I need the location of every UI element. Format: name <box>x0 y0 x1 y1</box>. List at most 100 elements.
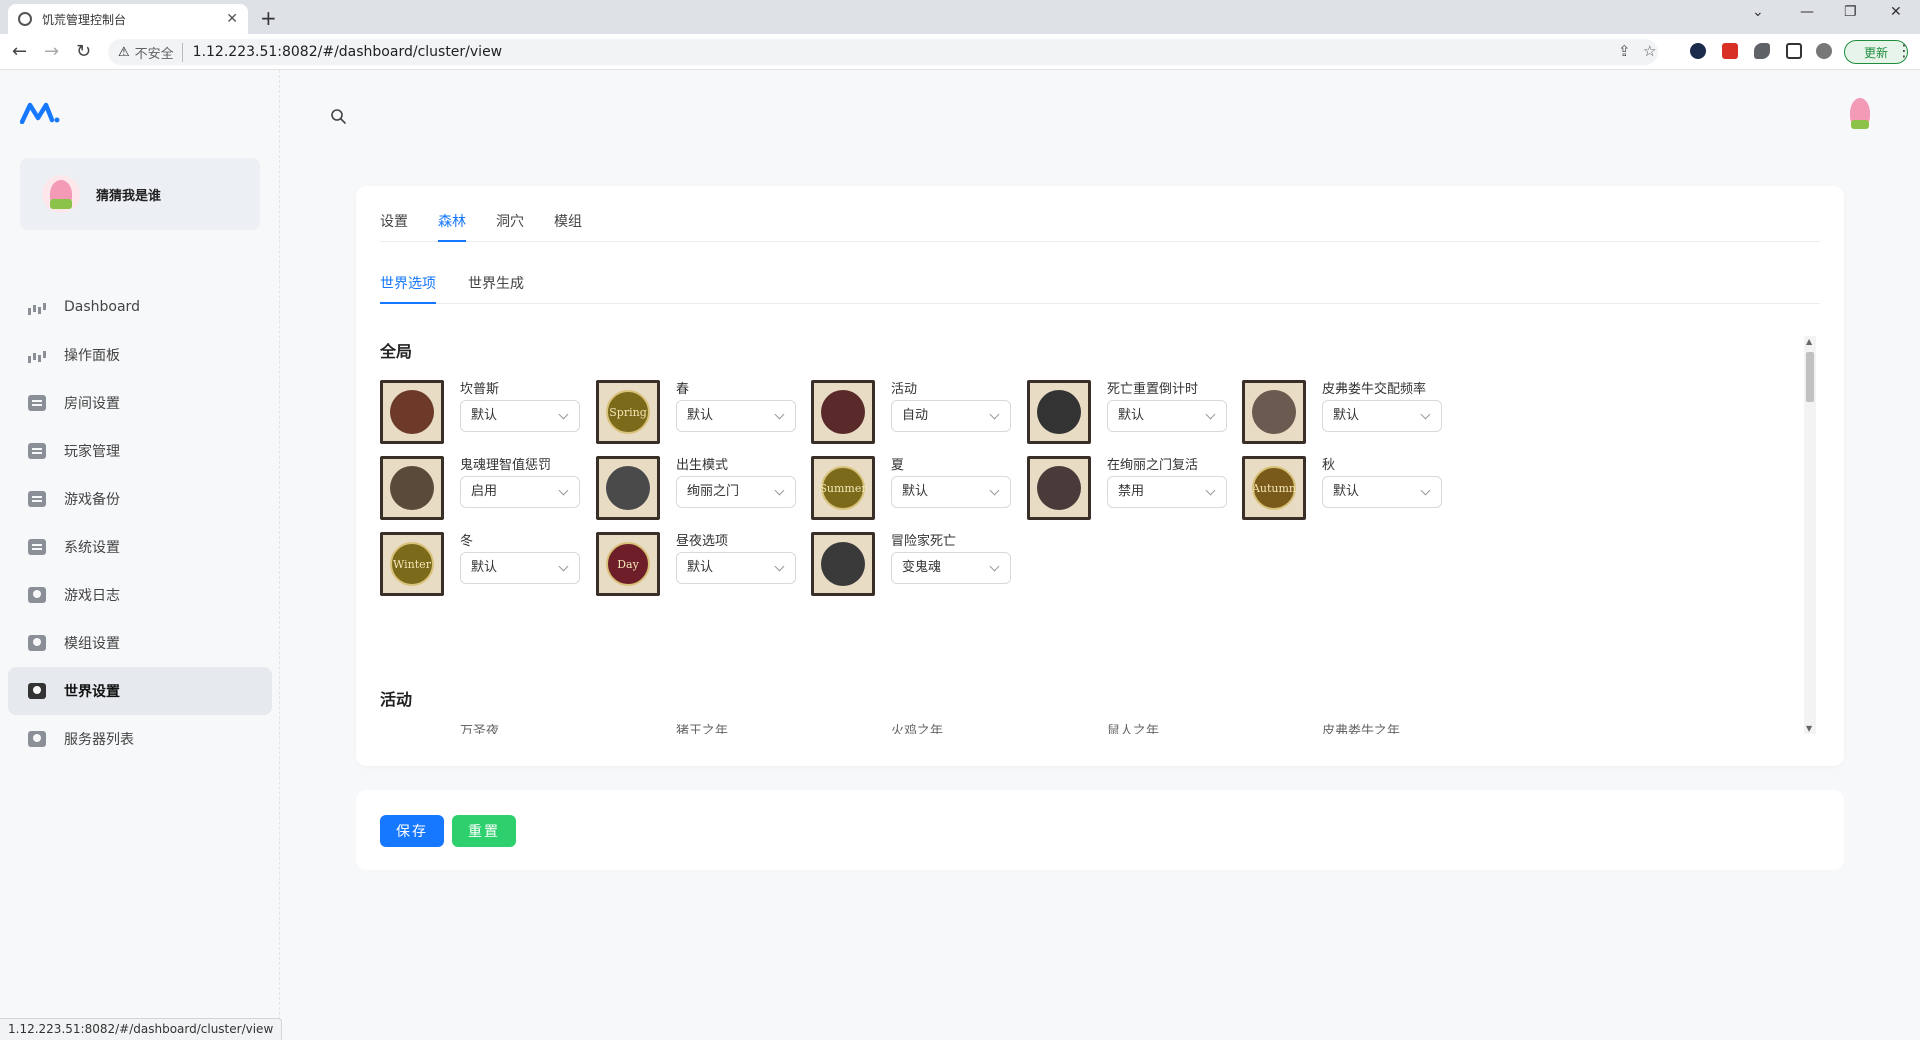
sidebar-item-3[interactable]: 玩家管理 <box>8 427 272 475</box>
sidebar-item-6[interactable]: 游戏日志 <box>8 571 272 619</box>
scroll-down-icon[interactable]: ▼ <box>1806 724 1812 733</box>
option-select[interactable]: 默认 <box>1107 400 1227 432</box>
save-button[interactable]: 保存 <box>380 815 444 847</box>
search-icon[interactable] <box>330 108 346 124</box>
close-icon[interactable]: ✕ <box>226 11 238 27</box>
sidebar-item-label: 服务器列表 <box>64 732 134 748</box>
tab-sub-0[interactable]: 世界选项 <box>380 272 436 304</box>
summer-icon: Summer <box>811 456 875 520</box>
profile-icon[interactable] <box>1816 43 1832 59</box>
chart-icon <box>28 299 46 315</box>
sidebar-menu: Dashboard 操作面板 房间设置玩家管理游戏备份系统设置游戏日志模组设置 世界设… <box>8 283 272 763</box>
browser-tab[interactable]: 饥荒管理控制台 ✕ <box>8 4 248 34</box>
person-icon <box>28 635 46 651</box>
minimize-icon[interactable]: — <box>1800 4 1814 20</box>
sidebar-item-label: 游戏日志 <box>64 588 120 604</box>
scrollbar-thumb[interactable] <box>1806 352 1814 402</box>
sidebar-item-label: 系统设置 <box>64 540 120 556</box>
sidebar-item-label: 游戏备份 <box>64 492 120 508</box>
world-option: 冒险家死亡 变鬼魂 <box>811 530 1071 596</box>
forward-icon[interactable]: → <box>44 41 59 62</box>
event-option-label: 猪王之年 <box>676 724 729 734</box>
world-option: Autumn 秋默认 <box>1242 454 1502 520</box>
reset-button[interactable]: 重置 <box>452 815 516 847</box>
spawn-portal-icon <box>596 456 660 520</box>
event-option-label: 万圣夜 <box>460 724 500 734</box>
sidebar-item-4[interactable]: 游戏备份 <box>8 475 272 523</box>
sidebar-item-1[interactable]: 操作面板 <box>8 331 272 379</box>
option-select[interactable]: 禁用 <box>1107 476 1227 508</box>
tab-main-3[interactable]: 模组 <box>554 210 582 242</box>
reload-icon[interactable]: ↻ <box>76 41 91 62</box>
section-title-events: 活动 <box>380 690 413 709</box>
option-select[interactable]: 默认 <box>676 552 796 584</box>
option-select[interactable]: 变鬼魂 <box>891 552 1011 584</box>
option-select[interactable]: 默认 <box>891 476 1011 508</box>
event-option-label: 火鸡之年 <box>891 724 944 734</box>
extensions-puzzle-icon[interactable] <box>1754 43 1770 59</box>
tab-main-0[interactable]: 设置 <box>380 210 408 242</box>
sidebar-item-0[interactable]: Dashboard <box>8 283 272 331</box>
tab-main-1[interactable]: 森林 <box>438 210 466 242</box>
globe-icon <box>18 12 32 26</box>
sidebar-item-7[interactable]: 模组设置 <box>8 619 272 667</box>
day-icon: Day <box>596 532 660 596</box>
user-card[interactable]: 猜猜我是谁 <box>20 158 260 230</box>
sidebar-item-9[interactable]: 服务器列表 <box>8 715 272 763</box>
option-label: 死亡重置倒计时 <box>1107 382 1199 397</box>
sidebar-item-label: 玩家管理 <box>64 444 120 460</box>
world-options-scroll[interactable]: 全局 坎普斯 默认 Spring 春默认 活动 自动 死亡重置倒计时 默认 皮弗娄牛交配频率 默认… <box>380 336 1820 734</box>
option-select[interactable]: 默认 <box>1322 476 1442 508</box>
extension-shield-icon[interactable] <box>1690 43 1706 59</box>
document-icon <box>28 491 46 507</box>
address-bar[interactable]: ⚠ 不安全 1.12.223.51:8082/#/dashboard/clust… <box>108 39 1658 65</box>
document-icon <box>28 395 46 411</box>
chart-icon <box>28 347 46 363</box>
option-select[interactable]: 默认 <box>460 400 580 432</box>
option-select[interactable]: 默认 <box>460 552 580 584</box>
header-avatar[interactable] <box>1842 98 1878 134</box>
option-select[interactable]: 默认 <box>1322 400 1442 432</box>
event-option-label: 鼠人之年 <box>1107 724 1160 734</box>
sub-tabs: 世界选项 世界生成 <box>380 272 1820 304</box>
option-label: 在绚丽之门复活 <box>1107 458 1199 473</box>
back-icon[interactable]: ← <box>12 41 27 62</box>
new-tab-icon[interactable]: + <box>260 6 277 30</box>
more-menu-icon[interactable]: ⋮ <box>1896 41 1912 60</box>
ghost-icon <box>811 532 875 596</box>
option-label: 冬 <box>460 534 474 549</box>
sidebar-item-label: Dashboard <box>64 299 140 315</box>
option-select[interactable]: 绚丽之门 <box>676 476 796 508</box>
scroll-up-icon[interactable]: ▲ <box>1806 337 1812 346</box>
browser-toolbar: ← → ↻ ⚠ 不安全 1.12.223.51:8082/#/dashboard… <box>0 34 1920 70</box>
option-label: 坎普斯 <box>460 382 500 397</box>
portal-resurrect-icon <box>1027 456 1091 520</box>
chevron-down-icon[interactable]: ⌄ <box>1752 4 1764 20</box>
option-label: 夏 <box>891 458 905 473</box>
window-close-icon[interactable]: ✕ <box>1890 4 1902 20</box>
action-card: 保存 重置 <box>356 790 1844 870</box>
world-settings-card: 设置 森林 洞穴 模组 世界选项 世界生成 全局 坎普斯 默认 Spring 春默认 活动 自动死… <box>356 186 1844 766</box>
side-panel-icon[interactable] <box>1786 43 1802 59</box>
tab-main-2[interactable]: 洞穴 <box>496 210 524 242</box>
scrollbar[interactable]: ▲ ▼ <box>1804 336 1816 734</box>
option-select[interactable]: 自动 <box>891 400 1011 432</box>
restore-icon[interactable]: ❐ <box>1844 4 1857 20</box>
app-logo[interactable] <box>20 102 60 124</box>
option-label: 春 <box>676 382 690 397</box>
extension-fe-icon[interactable] <box>1722 43 1738 59</box>
option-label: 冒险家死亡 <box>891 534 957 549</box>
sidebar-item-2[interactable]: 房间设置 <box>8 379 272 427</box>
option-select[interactable]: 默认 <box>676 400 796 432</box>
main-tabs: 设置 森林 洞穴 模组 <box>380 210 1820 242</box>
sidebar-item-5[interactable]: 系统设置 <box>8 523 272 571</box>
clock-icon <box>1027 380 1091 444</box>
bookmark-star-icon[interactable]: ☆ <box>1643 42 1656 60</box>
url-text[interactable]: 1.12.223.51:8082/#/dashboard/cluster/vie… <box>193 44 502 60</box>
sidebar-item-8[interactable]: 世界设置 <box>8 667 272 715</box>
option-select[interactable]: 启用 <box>460 476 580 508</box>
option-label: 鬼魂理智值惩罚 <box>460 458 552 473</box>
tab-sub-1[interactable]: 世界生成 <box>468 272 524 304</box>
share-icon[interactable]: ⇪ <box>1618 42 1631 60</box>
icon-text: Day <box>606 542 650 586</box>
